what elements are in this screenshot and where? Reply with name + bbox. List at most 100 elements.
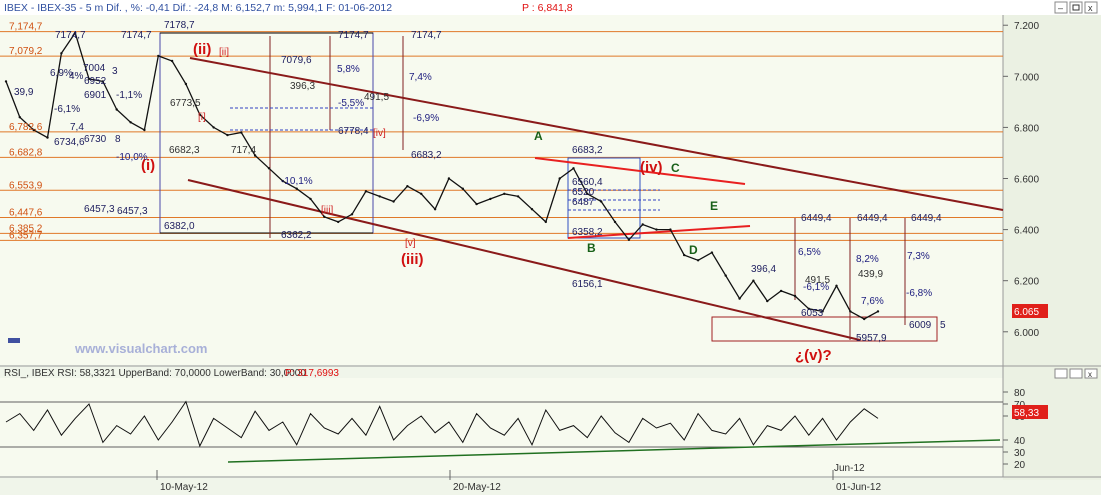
value-label: 7174,7 xyxy=(55,30,86,41)
value-label: 6449,4 xyxy=(857,213,888,224)
price-point xyxy=(184,82,188,86)
level-label: 7,174,7 xyxy=(9,22,43,33)
value-label: 6382,0 xyxy=(164,221,195,232)
price-tick-label: 6.800 xyxy=(1014,123,1039,134)
price-point xyxy=(641,223,644,226)
price-point xyxy=(115,108,118,111)
rsi-tick-label: 20 xyxy=(1014,460,1026,471)
price-point xyxy=(392,200,395,203)
price-point xyxy=(766,299,769,303)
level-label: 7,079,2 xyxy=(9,46,43,57)
minor-wave-label: [iv] xyxy=(373,128,386,139)
percent-label: 439,9 xyxy=(858,269,883,280)
left-annotation: 7004 xyxy=(83,63,106,74)
price-tick-label: 6.000 xyxy=(1014,328,1039,339)
value-label: 7079,6 xyxy=(281,55,312,66)
price-point xyxy=(212,126,215,129)
value-label: 6487 xyxy=(572,197,595,208)
rsi-header: RSI_, IBEX RSI: 58,3321 UpperBand: 70,00… xyxy=(4,368,306,379)
price-point xyxy=(378,195,381,198)
left-annotation: 6730 xyxy=(84,134,107,145)
minimize-icon: – xyxy=(1058,3,1063,13)
date-tick-label: 01-Jun-12 xyxy=(836,482,881,493)
rsi-tick-label: 80 xyxy=(1014,388,1026,399)
price-point xyxy=(143,128,146,132)
price-point xyxy=(489,197,492,201)
percent-label: 7,4% xyxy=(409,72,432,83)
wave-label: (iv) xyxy=(640,159,663,176)
left-annotation: 39,9 xyxy=(14,87,34,98)
price-tick-label: 7.000 xyxy=(1014,72,1039,83)
percent-label: -5,5% xyxy=(338,98,364,109)
minor-wave-label: [ii] xyxy=(219,47,229,58)
level-label: 6,782,6 xyxy=(9,122,43,133)
value-label: 7174,7 xyxy=(411,30,442,41)
price-point xyxy=(710,251,714,254)
percent-label: -10,1% xyxy=(281,176,313,187)
percent-label: 6682,3 xyxy=(169,145,200,156)
subwave-label: E xyxy=(710,199,718,213)
value-label: 6683,2 xyxy=(572,145,603,156)
rsi-window-controls: x xyxy=(1054,368,1098,379)
subwave-label: A xyxy=(534,129,543,143)
jun-label: Jun-12 xyxy=(834,463,865,474)
price-point xyxy=(600,200,603,203)
price-point xyxy=(364,190,368,193)
price-point xyxy=(350,213,354,216)
value-label: 6778,4 xyxy=(338,126,369,137)
rsi-maximize-button[interactable] xyxy=(1069,368,1083,379)
left-annotation: 4% xyxy=(69,71,84,82)
price-point xyxy=(475,202,478,206)
percent-label: 6773,5 xyxy=(170,98,201,109)
chart-window: IBEX - IBEX-35 - 5 m Dif. , %: -0,41 Dif… xyxy=(0,0,1101,495)
value-label: 5957,9 xyxy=(856,333,887,344)
price-point xyxy=(295,187,298,190)
value-label: 6457,3 xyxy=(117,206,148,217)
value-label: 7178,7 xyxy=(164,20,195,31)
price-point xyxy=(129,121,132,124)
rsi-minimize-button[interactable] xyxy=(1054,368,1068,379)
left-annotation: -6,1% xyxy=(54,104,80,115)
price-point xyxy=(793,294,797,298)
percent-label: 6,5% xyxy=(798,247,821,258)
price-point xyxy=(337,220,340,224)
price-point xyxy=(683,253,686,257)
minor-wave-label: [iii] xyxy=(321,205,333,216)
wave-label: (iii) xyxy=(401,251,424,268)
price-tick-label: 6.400 xyxy=(1014,226,1039,237)
price-point xyxy=(530,208,534,211)
value-label: 6156,1 xyxy=(572,279,603,290)
wave-label: ¿(v)? xyxy=(795,347,832,364)
maximize-button[interactable] xyxy=(1069,1,1083,14)
value-label: 396,4 xyxy=(751,264,776,275)
price-point xyxy=(18,116,21,119)
chart-title: IBEX - IBEX-35 - 5 m Dif. , %: -0,41 Dif… xyxy=(4,2,392,14)
price-point xyxy=(170,59,174,63)
minor-wave-label: [i] xyxy=(198,112,206,123)
price-point xyxy=(503,192,506,195)
value-label: 6358,2 xyxy=(572,227,603,238)
price-point xyxy=(696,259,700,262)
left-annotation: 7,4 xyxy=(70,122,84,133)
price-point xyxy=(447,177,451,180)
value-label: 7174,7 xyxy=(338,30,369,41)
price-point xyxy=(240,131,243,134)
close-icon: x xyxy=(1088,3,1093,13)
price-point xyxy=(309,197,312,201)
left-annotation: 6734,6 xyxy=(54,137,85,148)
price-point xyxy=(226,133,229,137)
left-annotation: 8 xyxy=(115,134,121,145)
wave-label: (ii) xyxy=(193,41,211,58)
price-point xyxy=(433,208,437,211)
price-point xyxy=(779,289,783,293)
price-point xyxy=(558,177,561,180)
level-label: 6,682,8 xyxy=(9,147,43,158)
rsi-tick-label: 30 xyxy=(1014,448,1026,459)
price-point xyxy=(627,238,631,241)
price-point xyxy=(724,274,727,277)
percent-label: 491,5 xyxy=(805,275,830,286)
price-point xyxy=(863,317,866,321)
level-labels: 7,174,7 7,079,2 6,782,6 6,682,8 6,553,9 6,447… xyxy=(9,22,43,242)
price-point xyxy=(420,192,423,195)
left-annotation: -1,1% xyxy=(116,90,142,101)
